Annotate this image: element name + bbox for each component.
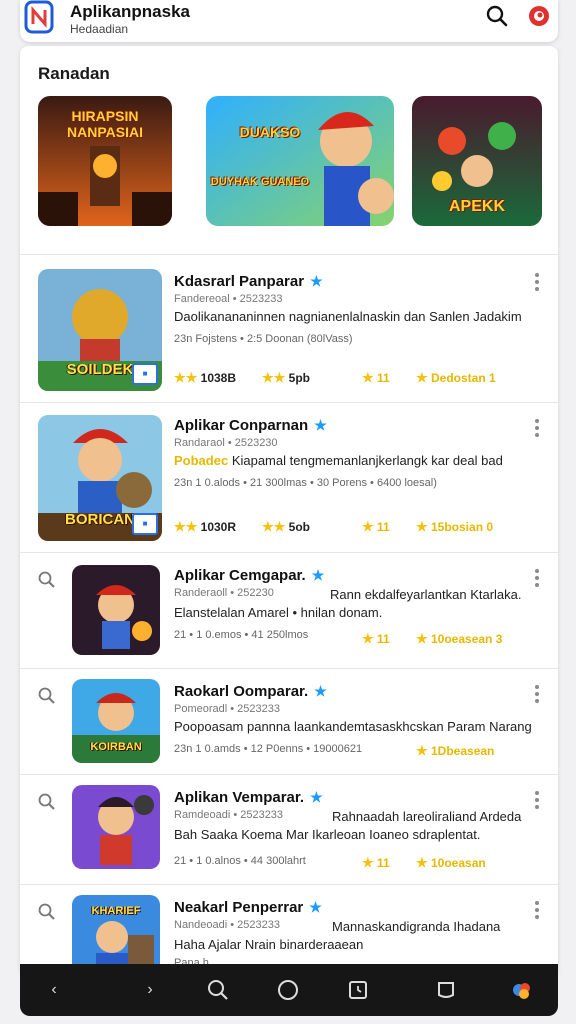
app-thumbnail: KOIRBAN — [72, 679, 160, 763]
rating-stat: ★ 11 — [362, 855, 390, 870]
featured-art — [206, 96, 394, 226]
app-meta: 23n Fojstens • 2:5 Doonan (80lVass) — [174, 333, 353, 345]
featured-caption: APEKK — [448, 198, 505, 215]
list-item[interactable]: Aplikan Vemparar. ★ Ramdeoadi • 2523233 R… — [20, 774, 558, 883]
app-developer: Ramdeoadi • 2523233 — [174, 809, 284, 821]
more-options-icon[interactable] — [534, 273, 540, 291]
featured-card[interactable]: DUAKSO DUYHAK GUANEO — [206, 96, 394, 226]
profile-icon[interactable] — [528, 5, 550, 27]
badge-icon: ■ — [132, 513, 158, 535]
profile-icon[interactable] — [510, 978, 534, 1002]
list-item[interactable]: BORICAN ■ Aplikar Conparnan ★ Randaraol •… — [20, 402, 558, 551]
app-title[interactable]: Raokarl Oomparar. ★ — [174, 683, 327, 700]
app-title[interactable]: Aplikan Vemparar. ★ — [174, 789, 323, 806]
content-panel: Ranadan HIRAPSIN NANPASIAI DUAKSO DUYHAK… — [20, 46, 558, 976]
list-item[interactable]: KOIRBAN Raokarl Oomparar. ★ Pomeoradl • 2… — [20, 668, 558, 773]
rating-stat: ★ 10oeasan — [416, 855, 486, 870]
app-description: Elanstelalan Amarel • hnilan donam. — [174, 605, 383, 620]
featured-caption: HIRAPSIN NANPASIAI — [67, 108, 143, 140]
rating-stat: ★ 10oeasean 3 — [416, 631, 503, 646]
app-description: Pobadec Kiapamal tengmemanlanjkerlangk k… — [174, 453, 503, 468]
rating-stat: ★ 1Dbeasean — [416, 743, 495, 758]
app-description: Rann ekdalfeyarlantkan Ktarlaka. — [330, 587, 522, 602]
thumbnail-label: KOIRBAN — [90, 741, 142, 753]
app-description: Haha Ajalar Nrain binarderaaean — [174, 937, 364, 952]
verified-icon: ★ — [310, 789, 323, 805]
app-title[interactable]: Aplikar Conparnan ★ — [174, 417, 327, 434]
app-description: Daolikanananinnen nagnianenlalnaskin dan… — [174, 309, 522, 324]
more-options-icon[interactable] — [534, 791, 540, 809]
featured-card[interactable]: HIRAPSIN NANPASIAI — [38, 96, 172, 226]
forward-icon[interactable]: › — [138, 978, 162, 1002]
more-options-icon[interactable] — [534, 901, 540, 919]
rating-stat: ★★ 5pb — [262, 370, 310, 385]
app-thumbnail — [72, 565, 160, 655]
app-description: Rahnaadah lareoliraliand Ardeda — [332, 809, 522, 824]
verified-icon: ★ — [309, 899, 322, 915]
library-icon[interactable] — [434, 978, 458, 1002]
more-options-icon[interactable] — [534, 419, 540, 437]
app-developer: Nandeoadi • 2523233 — [174, 919, 280, 931]
verified-icon: ★ — [314, 683, 327, 699]
app-title[interactable]: Kdasrarl Panparar ★ — [174, 273, 323, 290]
rating-stat: ★ 15bosian 0 — [416, 519, 494, 534]
rating-stat: ★ 11 — [362, 370, 390, 385]
app-developer: Pomeoradl • 2523233 — [174, 703, 280, 715]
app-title[interactable]: Aplikar Cemgapar. ★ — [174, 567, 324, 584]
app-subtitle: Hedaadian — [70, 22, 129, 36]
list-item[interactable]: SOILDEK ■ Kdasrarl Panparar ★ Fandereoal … — [20, 254, 558, 401]
more-options-icon[interactable] — [534, 569, 540, 587]
app-description: Mannaskandigranda Ihadana — [332, 919, 501, 934]
app-thumbnail: BORICAN ■ — [38, 415, 162, 541]
app-title[interactable]: Neakarl Penperrar ★ — [174, 899, 322, 916]
app-meta: 21 • 1 0.alnos • 44 300lahrt — [174, 855, 306, 867]
verified-icon: ★ — [310, 273, 323, 289]
app-title: Aplikanpnaska — [70, 2, 190, 21]
app-developer: Fandereoal • 2523233 — [174, 293, 283, 305]
thumbnail-label: KHARIEF — [91, 905, 141, 917]
app-developer: Randeraoll • 252230 — [174, 587, 274, 599]
app-meta: 23n 1 0.alods • 21 300lmas • 30 Porens •… — [174, 477, 437, 489]
bottom-navigation: ‹ › — [20, 964, 558, 1016]
rating-stat: ★ Dedostan 1 — [416, 370, 496, 385]
search-icon[interactable] — [38, 903, 56, 921]
app-thumbnail: SOILDEK ■ — [38, 269, 162, 391]
featured-caption: DUAKSO — [239, 124, 301, 140]
app-thumbnail — [72, 785, 160, 869]
search-icon[interactable] — [38, 687, 56, 705]
verified-icon: ★ — [311, 567, 325, 583]
list-item[interactable]: KHARIEF Neakarl Penperrar ★ Nandeoadi • 2… — [20, 884, 558, 976]
featured-caption: DUYHAK GUANEO — [210, 176, 310, 188]
featured-card[interactable]: APEKK — [412, 96, 542, 226]
rating-stat: ★ 11 — [362, 631, 390, 646]
app-meta: 21 • 1 0.emos • 41 250lmos — [174, 629, 309, 641]
app-developer: Randaraol • 2523230 — [174, 437, 278, 449]
rating-stat: ★ 11 — [362, 519, 390, 534]
app-header: Aplikanpnaska Hedaadian — [20, 0, 558, 42]
app-meta: 23n 1 0.amds • 12 P0enns • 19000621 — [174, 743, 363, 755]
search-icon[interactable] — [206, 978, 230, 1002]
home-icon[interactable] — [276, 978, 300, 1002]
verified-icon: ★ — [314, 417, 327, 433]
app-description: Bah Saaka Koema Mar Ikarleoan Ioaneo sdr… — [174, 827, 481, 842]
rating-stat: ★★ 5ob — [262, 519, 310, 534]
section-title: Ranadan — [38, 64, 110, 83]
search-icon[interactable] — [486, 5, 508, 27]
back-icon[interactable]: ‹ — [42, 978, 66, 1002]
badge-icon: ■ — [132, 363, 158, 385]
search-icon[interactable] — [38, 793, 56, 811]
list-item[interactable]: Aplikar Cemgapar. ★ Randeraoll • 252230 R… — [20, 552, 558, 667]
search-icon[interactable] — [38, 571, 56, 589]
rating-stat: ★★ 1030R — [174, 519, 237, 534]
app-description: Poopoasam pannna laankandemtasaskhcskan … — [174, 719, 532, 734]
recent-apps-icon[interactable] — [346, 978, 370, 1002]
rating-stat: ★★ 1038B — [174, 370, 237, 385]
more-options-icon[interactable] — [534, 685, 540, 703]
app-logo-icon — [24, 0, 54, 34]
